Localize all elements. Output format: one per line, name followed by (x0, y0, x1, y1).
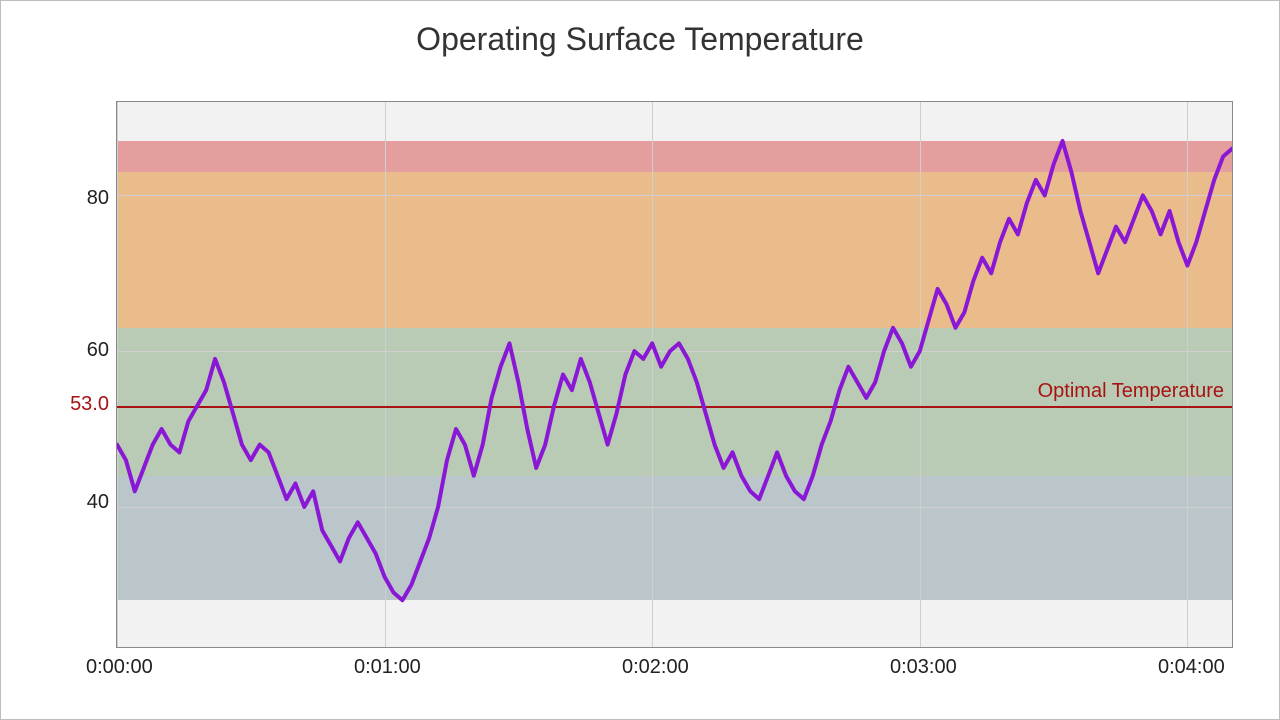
x-tick-1: 0:01:00 (354, 656, 421, 679)
series-temperature (117, 102, 1232, 647)
chart-container: Operating Surface Temperature 40 60 80 5… (0, 0, 1280, 720)
x-tick-0: 0:00:00 (86, 656, 153, 679)
y-tick-60: 60 (69, 339, 109, 362)
x-tick-2: 0:02:00 (622, 656, 689, 679)
x-tick-4: 0:04:00 (1158, 656, 1225, 679)
refline-y-tick: 53.0 (59, 393, 109, 416)
plot-area[interactable]: Optimal Temperature (116, 101, 1233, 648)
y-tick-80: 80 (69, 187, 109, 210)
y-tick-40: 40 (69, 491, 109, 514)
x-tick-3: 0:03:00 (890, 656, 957, 679)
chart-title: Operating Surface Temperature (1, 21, 1279, 58)
